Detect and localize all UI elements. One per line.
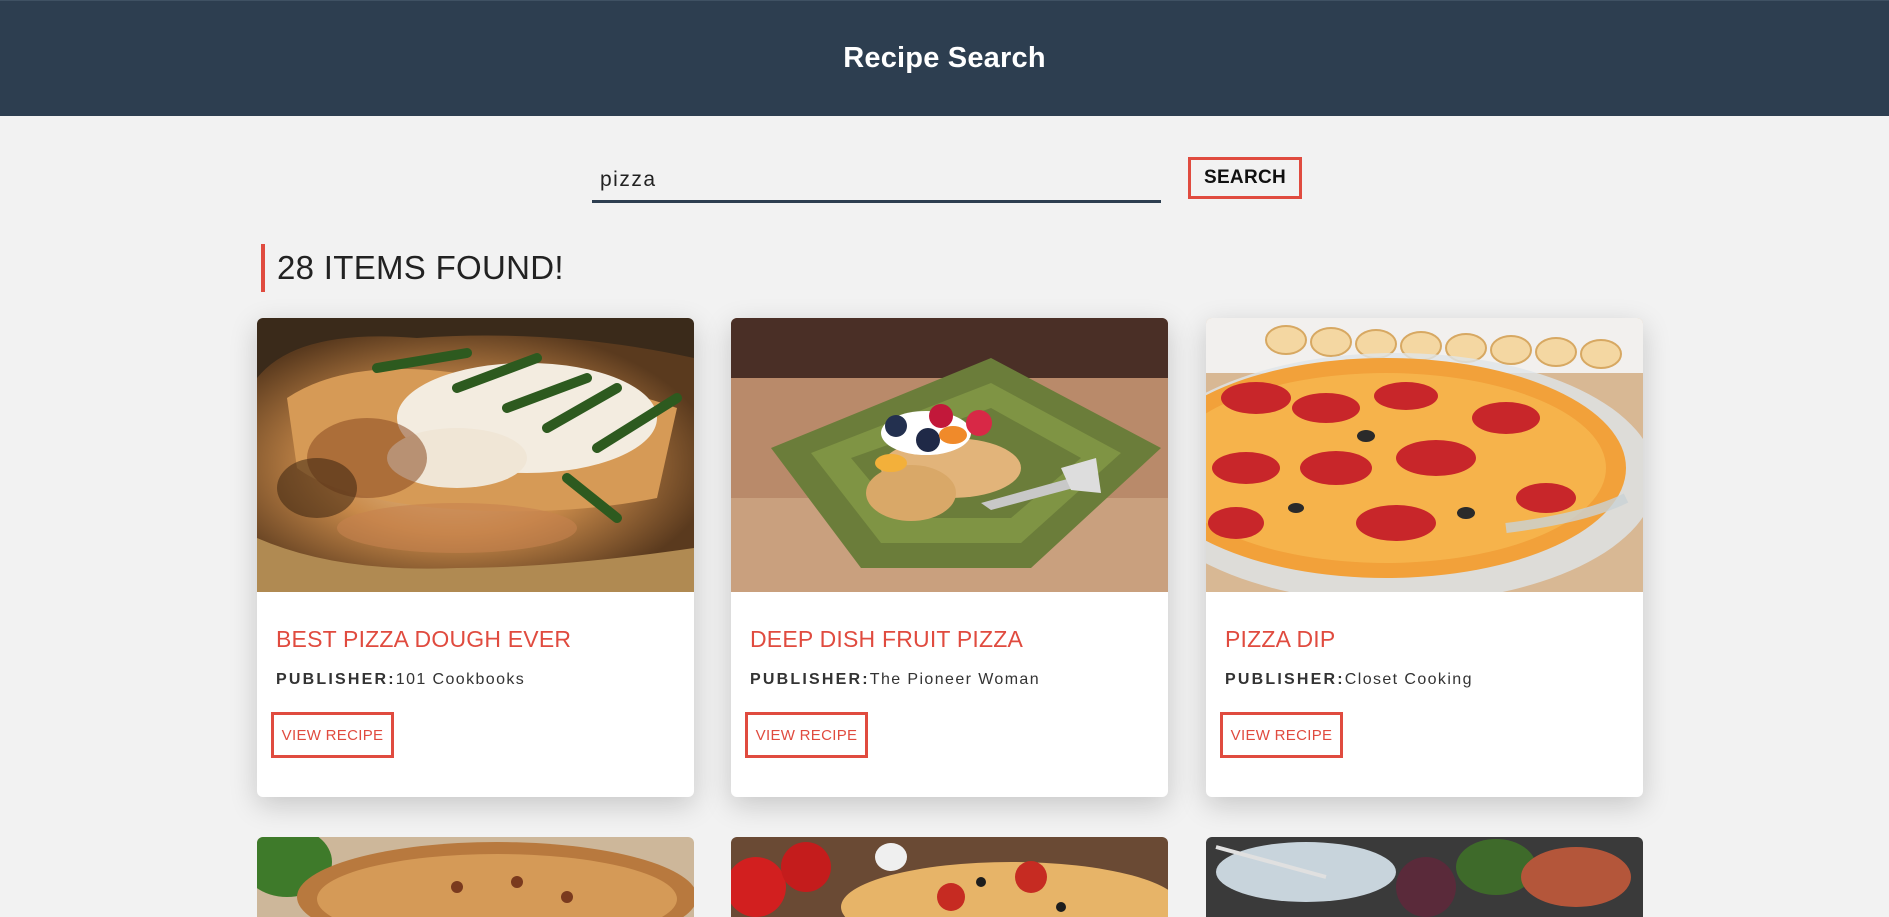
- app-header: Recipe Search: [0, 0, 1889, 116]
- recipe-publisher: PUBLISHER:The Pioneer Woman: [750, 671, 1040, 689]
- results-count-text: 28 ITEMS FOUND!: [277, 249, 564, 286]
- recipe-card-image-partial[interactable]: [731, 837, 1168, 917]
- search-bar: SEARCH: [0, 157, 1889, 203]
- app-title: Recipe Search: [843, 42, 1046, 74]
- recipe-publisher: PUBLISHER:Closet Cooking: [1225, 671, 1473, 689]
- publisher-name: The Pioneer Woman: [869, 671, 1041, 688]
- publisher-label: PUBLISHER:: [750, 671, 870, 688]
- search-input[interactable]: [592, 161, 1161, 203]
- recipe-publisher: PUBLISHER:101 Cookbooks: [276, 671, 525, 689]
- recipe-card: BEST PIZZA DOUGH EVER PUBLISHER:101 Cook…: [257, 318, 694, 797]
- recipe-image[interactable]: [257, 318, 694, 592]
- pizza-photo: [257, 837, 694, 917]
- pizza-dip-photo: [1206, 318, 1643, 592]
- view-recipe-button[interactable]: VIEW RECIPE: [1220, 712, 1343, 758]
- pizza-dough-photo: [257, 318, 694, 592]
- recipe-image[interactable]: [1206, 318, 1643, 592]
- recipe-image[interactable]: [731, 318, 1168, 592]
- pizza-photo: [731, 837, 1168, 917]
- publisher-name: Closet Cooking: [1344, 671, 1473, 688]
- recipe-card: PIZZA DIP PUBLISHER:Closet Cooking VIEW …: [1206, 318, 1643, 797]
- publisher-name: 101 Cookbooks: [395, 671, 526, 688]
- recipe-card-image-partial[interactable]: [1206, 837, 1643, 917]
- search-button[interactable]: SEARCH: [1188, 157, 1302, 199]
- recipe-card-image-partial[interactable]: [257, 837, 694, 917]
- view-recipe-button[interactable]: VIEW RECIPE: [745, 712, 868, 758]
- recipe-title[interactable]: DEEP DISH FRUIT PIZZA: [750, 626, 1023, 653]
- recipe-card-body: DEEP DISH FRUIT PIZZA PUBLISHER:The Pion…: [731, 592, 1168, 797]
- recipe-title[interactable]: BEST PIZZA DOUGH EVER: [276, 626, 571, 653]
- fruit-pizza-photo: [731, 318, 1168, 592]
- recipe-card-body: BEST PIZZA DOUGH EVER PUBLISHER:101 Cook…: [257, 592, 694, 797]
- publisher-label: PUBLISHER:: [1225, 671, 1345, 688]
- food-photo: [1206, 837, 1643, 917]
- results-count: 28 ITEMS FOUND!: [261, 244, 564, 292]
- publisher-label: PUBLISHER:: [276, 671, 396, 688]
- recipe-card-body: PIZZA DIP PUBLISHER:Closet Cooking VIEW …: [1206, 592, 1643, 797]
- recipe-card: DEEP DISH FRUIT PIZZA PUBLISHER:The Pion…: [731, 318, 1168, 797]
- view-recipe-button[interactable]: VIEW RECIPE: [271, 712, 394, 758]
- recipe-title[interactable]: PIZZA DIP: [1225, 626, 1335, 653]
